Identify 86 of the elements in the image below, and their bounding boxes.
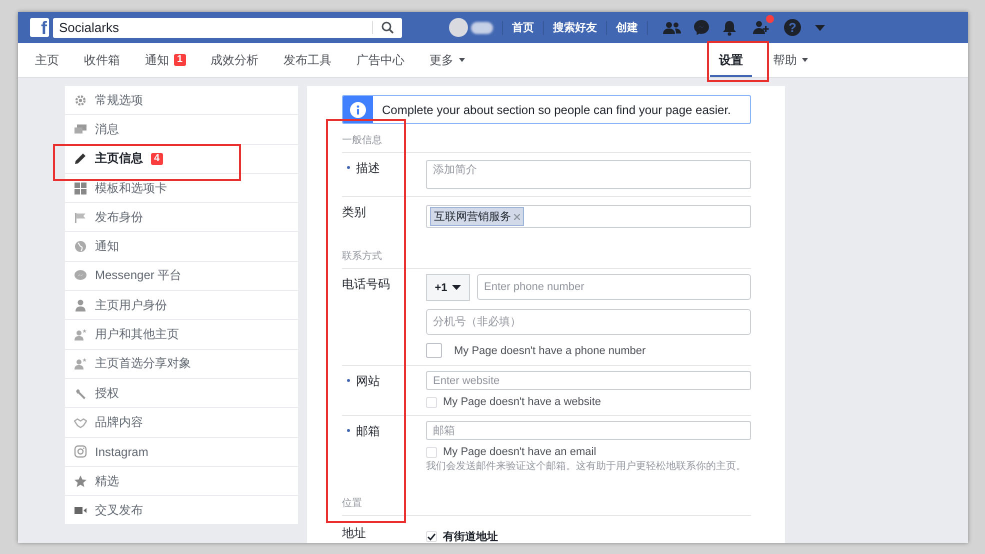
help-icon[interactable]: ?: [784, 19, 801, 36]
sidebar-item[interactable]: 授权: [65, 378, 298, 408]
checkbox[interactable]: [426, 446, 437, 458]
sidebar-item[interactable]: 品牌内容: [65, 408, 298, 438]
section-heading: 联系方式: [342, 239, 751, 269]
avatar[interactable]: [449, 18, 468, 37]
bell-icon[interactable]: [722, 20, 737, 36]
globe-icon: [74, 240, 87, 254]
caret-icon: [452, 285, 462, 290]
page-tab[interactable]: 主页: [35, 43, 59, 77]
field-label: 电话号码: [342, 276, 390, 293]
count-badge: 4: [151, 152, 163, 165]
page-tab[interactable]: 发布工具: [284, 43, 332, 77]
search-field[interactable]: Socialarks: [53, 18, 402, 38]
sidebar-item[interactable]: 发布身份: [65, 203, 298, 232]
description-field[interactable]: 添加简介: [426, 160, 751, 189]
field-label: 类别: [342, 204, 366, 221]
flag-icon: [74, 210, 87, 224]
email-field[interactable]: 邮箱: [426, 421, 751, 440]
friend-request-icon[interactable]: [752, 20, 770, 35]
checkbox-label: 有街道地址: [443, 530, 498, 543]
sidebar-item[interactable]: 常规选项: [65, 86, 298, 116]
friends-icon[interactable]: [663, 20, 681, 34]
wrench-icon: [74, 386, 87, 400]
page-tab[interactable]: 收件箱: [84, 43, 120, 77]
page-tab[interactable]: 广告中心: [356, 43, 405, 77]
info-icon: [350, 102, 366, 118]
top-link[interactable]: 创建: [616, 20, 638, 35]
banner-text: Complete your about section so people can find your page easier.: [381, 102, 731, 118]
person-star-icon: [74, 357, 87, 370]
top-link[interactable]: 搜索好友: [553, 20, 597, 35]
grid-icon: [74, 182, 87, 195]
caret-icon: [458, 58, 465, 62]
page-tab[interactable]: 帮助: [773, 43, 808, 77]
remove-icon[interactable]: [514, 214, 520, 220]
page-tab[interactable]: 设置: [710, 43, 752, 77]
highlight-frame: [707, 41, 769, 82]
top-link[interactable]: 首页: [512, 20, 534, 35]
sidebar-item[interactable]: Instagram: [65, 438, 298, 467]
sidebar-item[interactable]: 通知: [65, 232, 298, 262]
sidebar-item[interactable]: 交叉发布: [65, 496, 298, 526]
sidebar-item[interactable]: 主页信息 4: [65, 144, 298, 174]
camera-icon: [74, 445, 87, 458]
extension-field[interactable]: 分机号（非必填）: [426, 309, 751, 335]
gear-icon: [74, 94, 87, 107]
count-badge: 1: [174, 54, 186, 66]
section-heading: 位置: [342, 484, 751, 516]
country-code-select[interactable]: +1: [426, 274, 470, 301]
category-tag: 互联网营销服务: [430, 207, 524, 226]
section-heading: 一般信息: [342, 124, 751, 153]
website-field[interactable]: Enter website: [426, 371, 751, 390]
caret-icon: [802, 58, 808, 62]
caret-icon[interactable]: [815, 24, 825, 30]
sidebar-item[interactable]: 用户和其他主页: [65, 320, 298, 350]
person-icon: [74, 298, 87, 312]
category-field[interactable]: 互联网营销服务: [426, 205, 751, 228]
page-tab[interactable]: 通知: [145, 43, 169, 77]
star-icon: [74, 474, 87, 488]
person-star-icon: [74, 328, 87, 342]
speech-icon: [74, 122, 87, 136]
checkbox[interactable]: [426, 396, 437, 408]
bubble-icon: [74, 269, 87, 282]
pencil-icon: [74, 152, 87, 166]
sidebar-item[interactable]: 主页首选分享对象: [65, 350, 298, 379]
field-label: 描述: [356, 160, 380, 177]
page-tab[interactable]: 成效分析: [210, 43, 259, 77]
checkbox-label: My Page doesn't have a website: [443, 396, 602, 408]
logo[interactable]: f: [30, 18, 49, 37]
checkbox[interactable]: [426, 531, 437, 542]
sidebar-item[interactable]: Messenger 平台: [65, 262, 298, 292]
phone-field[interactable]: Enter phone number: [477, 274, 751, 300]
checkbox-label: My Page doesn't have a phone number: [454, 344, 646, 356]
field-label: 网站: [356, 373, 380, 390]
sidebar-item[interactable]: 模板和选项卡: [65, 174, 298, 204]
help-text: 我们会发送邮件来验证这个邮箱。这有助于用户更轻松地联系你的主页。: [426, 460, 747, 473]
page-tab[interactable]: 更多: [430, 43, 465, 77]
checkbox-label: My Page doesn't have an email: [443, 446, 596, 458]
field-label: 地址: [342, 525, 366, 542]
sidebar-item[interactable]: 精选: [65, 466, 298, 496]
search-icon[interactable]: [372, 21, 394, 34]
checkbox[interactable]: [426, 343, 442, 358]
sidebar-item[interactable]: 主页用户身份: [65, 291, 298, 320]
blurred-name: [471, 22, 493, 34]
field-label: 邮箱: [356, 423, 380, 440]
sidebar-item[interactable]: 消息: [65, 115, 298, 145]
messenger-icon[interactable]: [693, 19, 710, 36]
